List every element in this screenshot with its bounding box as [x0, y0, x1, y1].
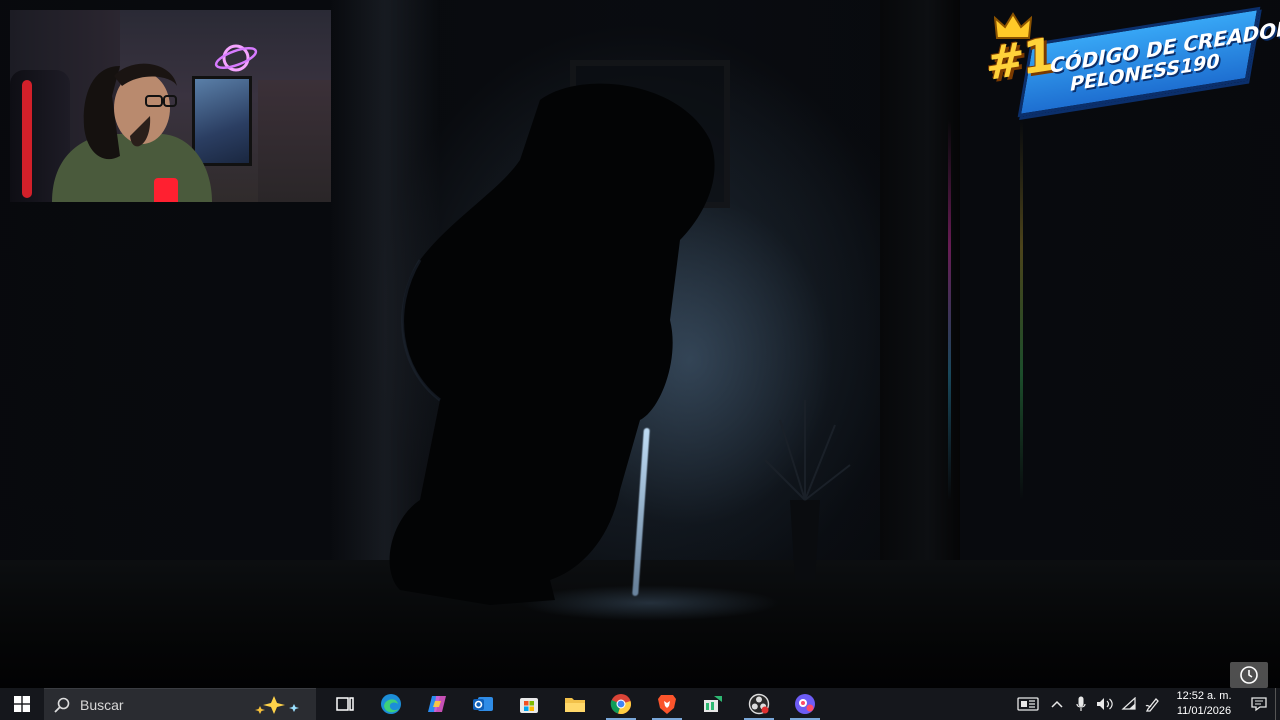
creator-code-badge: #1 CÓDIGO DE CREADOR: PELONESS190 [984, 6, 1280, 118]
edge-icon [381, 694, 401, 714]
taskbar-file-explorer[interactable] [552, 688, 598, 720]
taskbar: Buscar 12:52 a. m. 11/01/2026 [0, 688, 1280, 720]
chromatic-streak [948, 120, 951, 500]
streamer [52, 63, 212, 202]
microphone-status[interactable] [1069, 688, 1093, 720]
outlook-icon [473, 697, 493, 711]
chrome-icon [610, 694, 631, 714]
system-tray: 12:52 a. m. 11/01/2026 [1011, 688, 1280, 720]
show-hidden-icons-button[interactable] [1045, 688, 1069, 720]
microphone-icon [1076, 696, 1086, 711]
taskbar-clock[interactable]: 12:52 a. m. 11/01/2026 [1171, 689, 1237, 719]
news-widget-button[interactable] [1011, 688, 1045, 720]
pen-menu-button[interactable] [1141, 688, 1165, 720]
copilot-icon [428, 696, 446, 712]
speaker-icon [1097, 698, 1113, 710]
search-placeholder: Buscar [80, 696, 124, 713]
gaming-chair-stripe [22, 80, 32, 198]
folder-icon [565, 698, 585, 712]
search-highlight-icon [252, 694, 306, 716]
show-desktop-button[interactable] [1275, 688, 1280, 720]
windows-logo-icon [14, 696, 30, 712]
start-button[interactable] [0, 688, 44, 720]
volume-button[interactable] [1093, 688, 1117, 720]
news-icon [1017, 697, 1039, 711]
badge-rank-number: #1 [986, 26, 1053, 92]
notification-center-button[interactable] [1243, 688, 1275, 720]
obs-icon [748, 693, 770, 715]
notification-icon [1251, 697, 1267, 712]
taskbar-search-box[interactable]: Buscar [44, 688, 316, 720]
webcam-shelf [258, 80, 331, 202]
wifi-icon [1121, 697, 1136, 710]
taskbar-obs[interactable] [736, 688, 782, 720]
chromatic-streak [1020, 120, 1023, 500]
network-button[interactable] [1117, 688, 1141, 720]
taskbar-copilot[interactable] [414, 688, 460, 720]
purple-app-icon [795, 694, 815, 714]
search-icon [54, 697, 70, 713]
brave-icon [658, 695, 676, 714]
clock-time: 12:52 a. m. [1176, 690, 1232, 702]
store-icon [520, 698, 538, 713]
task-view-icon [336, 697, 354, 711]
clock-date: 11/01/2026 [1176, 705, 1232, 717]
taskbar-app-purple[interactable] [782, 688, 828, 720]
taskbar-edge[interactable] [368, 688, 414, 720]
taskbar-chrome[interactable] [598, 688, 644, 720]
chevron-up-icon [1051, 700, 1063, 708]
taskbar-app-green[interactable] [690, 688, 736, 720]
planet-neon-icon [214, 44, 258, 72]
clock-widget-icon[interactable] [1230, 662, 1268, 688]
vase-plant [764, 400, 851, 580]
taskbar-store[interactable] [506, 688, 552, 720]
webcam-overlay [10, 10, 331, 202]
pen-icon [1145, 698, 1159, 712]
green-app-icon [704, 696, 722, 712]
silhouette-figure [389, 83, 715, 605]
microphone [154, 178, 178, 202]
taskbar-outlook[interactable] [460, 688, 506, 720]
taskbar-brave[interactable] [644, 688, 690, 720]
task-view-button[interactable] [322, 688, 368, 720]
